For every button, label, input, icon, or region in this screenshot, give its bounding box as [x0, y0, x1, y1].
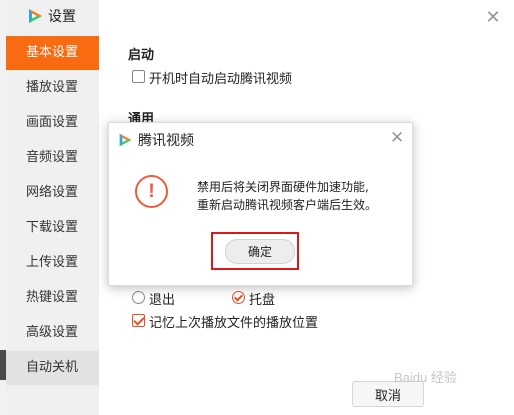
- sidebar-item-upload[interactable]: 上传设置: [6, 246, 99, 280]
- sidebar-item-advanced[interactable]: 高级设置: [6, 316, 99, 350]
- ok-button-highlight: 确定: [211, 232, 299, 270]
- tencent-video-logo-icon: [119, 133, 132, 147]
- tray-radio[interactable]: [232, 291, 245, 304]
- startup-option-label: 开机时自动启动腾讯视频: [149, 72, 293, 87]
- remember-position-label: 记忆上次播放文件的播放位置: [149, 316, 319, 331]
- tencent-video-logo-icon: [29, 9, 42, 23]
- sidebar-item-network[interactable]: 网络设置: [6, 176, 99, 210]
- dialog-message-line-2: 重新启动腾讯视频客户端后生效。: [197, 198, 378, 212]
- exit-option-label: 退出: [149, 293, 176, 308]
- sidebar-item-hotkey[interactable]: 热键设置: [6, 281, 99, 315]
- dialog-message-line-1: 禁用后将关闭界面硬件加速功能,: [197, 180, 369, 194]
- sidebar-item-auto-shutdown[interactable]: 自动关机: [6, 351, 99, 385]
- exit-radio[interactable]: [132, 291, 145, 304]
- window-brand: 设置: [26, 4, 76, 28]
- sidebar-item-audio[interactable]: 音频设置: [6, 141, 99, 175]
- sidebar-item-basic[interactable]: 基本设置: [6, 36, 99, 70]
- dialog-close-icon[interactable]: ✕: [390, 130, 404, 147]
- watermark: Baidu 经验: [394, 370, 457, 385]
- startup-checkbox[interactable]: [132, 70, 145, 83]
- warning-icon: !: [135, 175, 168, 208]
- sidebar-item-picture[interactable]: 画面设置: [6, 106, 99, 140]
- sidebar-item-download[interactable]: 下载设置: [6, 211, 99, 245]
- window-title: 设置: [48, 9, 76, 25]
- dialog-title-bar: 腾讯视频: [117, 130, 194, 150]
- remember-position-checkbox[interactable]: [132, 314, 145, 327]
- close-icon[interactable]: ✕: [485, 9, 501, 27]
- ok-button[interactable]: 确定: [225, 239, 295, 264]
- alert-dialog: 腾讯视频 ✕ ! 禁用后将关闭界面硬件加速功能, 重新启动腾讯视频客户端后生效。…: [108, 122, 413, 286]
- dialog-title: 腾讯视频: [138, 133, 194, 149]
- tray-option-label: 托盘: [249, 293, 276, 308]
- settings-sidebar: 设置 基本设置 播放设置 画面设置 音频设置 网络设置 下载设置 上传设置 热键…: [6, 0, 99, 415]
- sidebar-item-playback[interactable]: 播放设置: [6, 71, 99, 105]
- startup-section-title: 启动: [128, 48, 155, 63]
